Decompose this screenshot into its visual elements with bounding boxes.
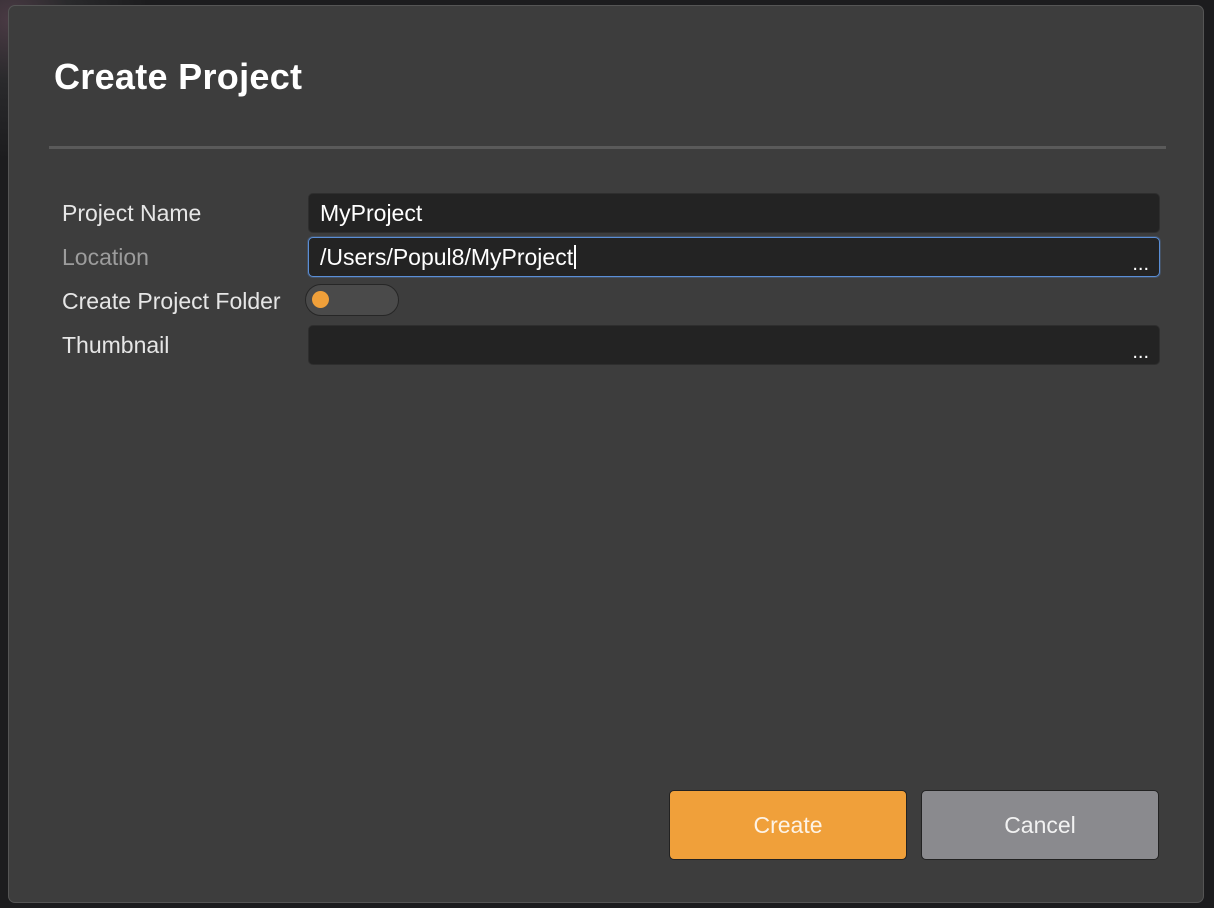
- thumbnail-input[interactable]: ...: [308, 325, 1160, 365]
- title-divider: [49, 146, 1166, 149]
- create-folder-toggle[interactable]: [305, 284, 399, 316]
- dialog-title: Create Project: [54, 56, 303, 97]
- thumbnail-label: Thumbnail: [62, 332, 170, 358]
- create-button[interactable]: Create: [669, 790, 907, 860]
- text-caret: [574, 245, 576, 270]
- cancel-button[interactable]: Cancel: [921, 790, 1159, 860]
- toggle-knob: [312, 291, 329, 308]
- project-name-input[interactable]: MyProject: [308, 193, 1160, 233]
- location-input[interactable]: /Users/Popul8/MyProject ...: [308, 237, 1160, 277]
- project-name-label: Project Name: [62, 200, 202, 226]
- create-project-dialog: Create Project Project Name MyProject Lo…: [8, 5, 1204, 903]
- thumbnail-browse-button[interactable]: ...: [1132, 342, 1149, 362]
- location-label: Location: [62, 244, 149, 270]
- project-name-value: MyProject: [320, 200, 423, 226]
- location-value: /Users/Popul8/MyProject: [320, 244, 574, 270]
- location-browse-button[interactable]: ...: [1132, 254, 1149, 274]
- create-folder-label: Create Project Folder: [62, 288, 281, 314]
